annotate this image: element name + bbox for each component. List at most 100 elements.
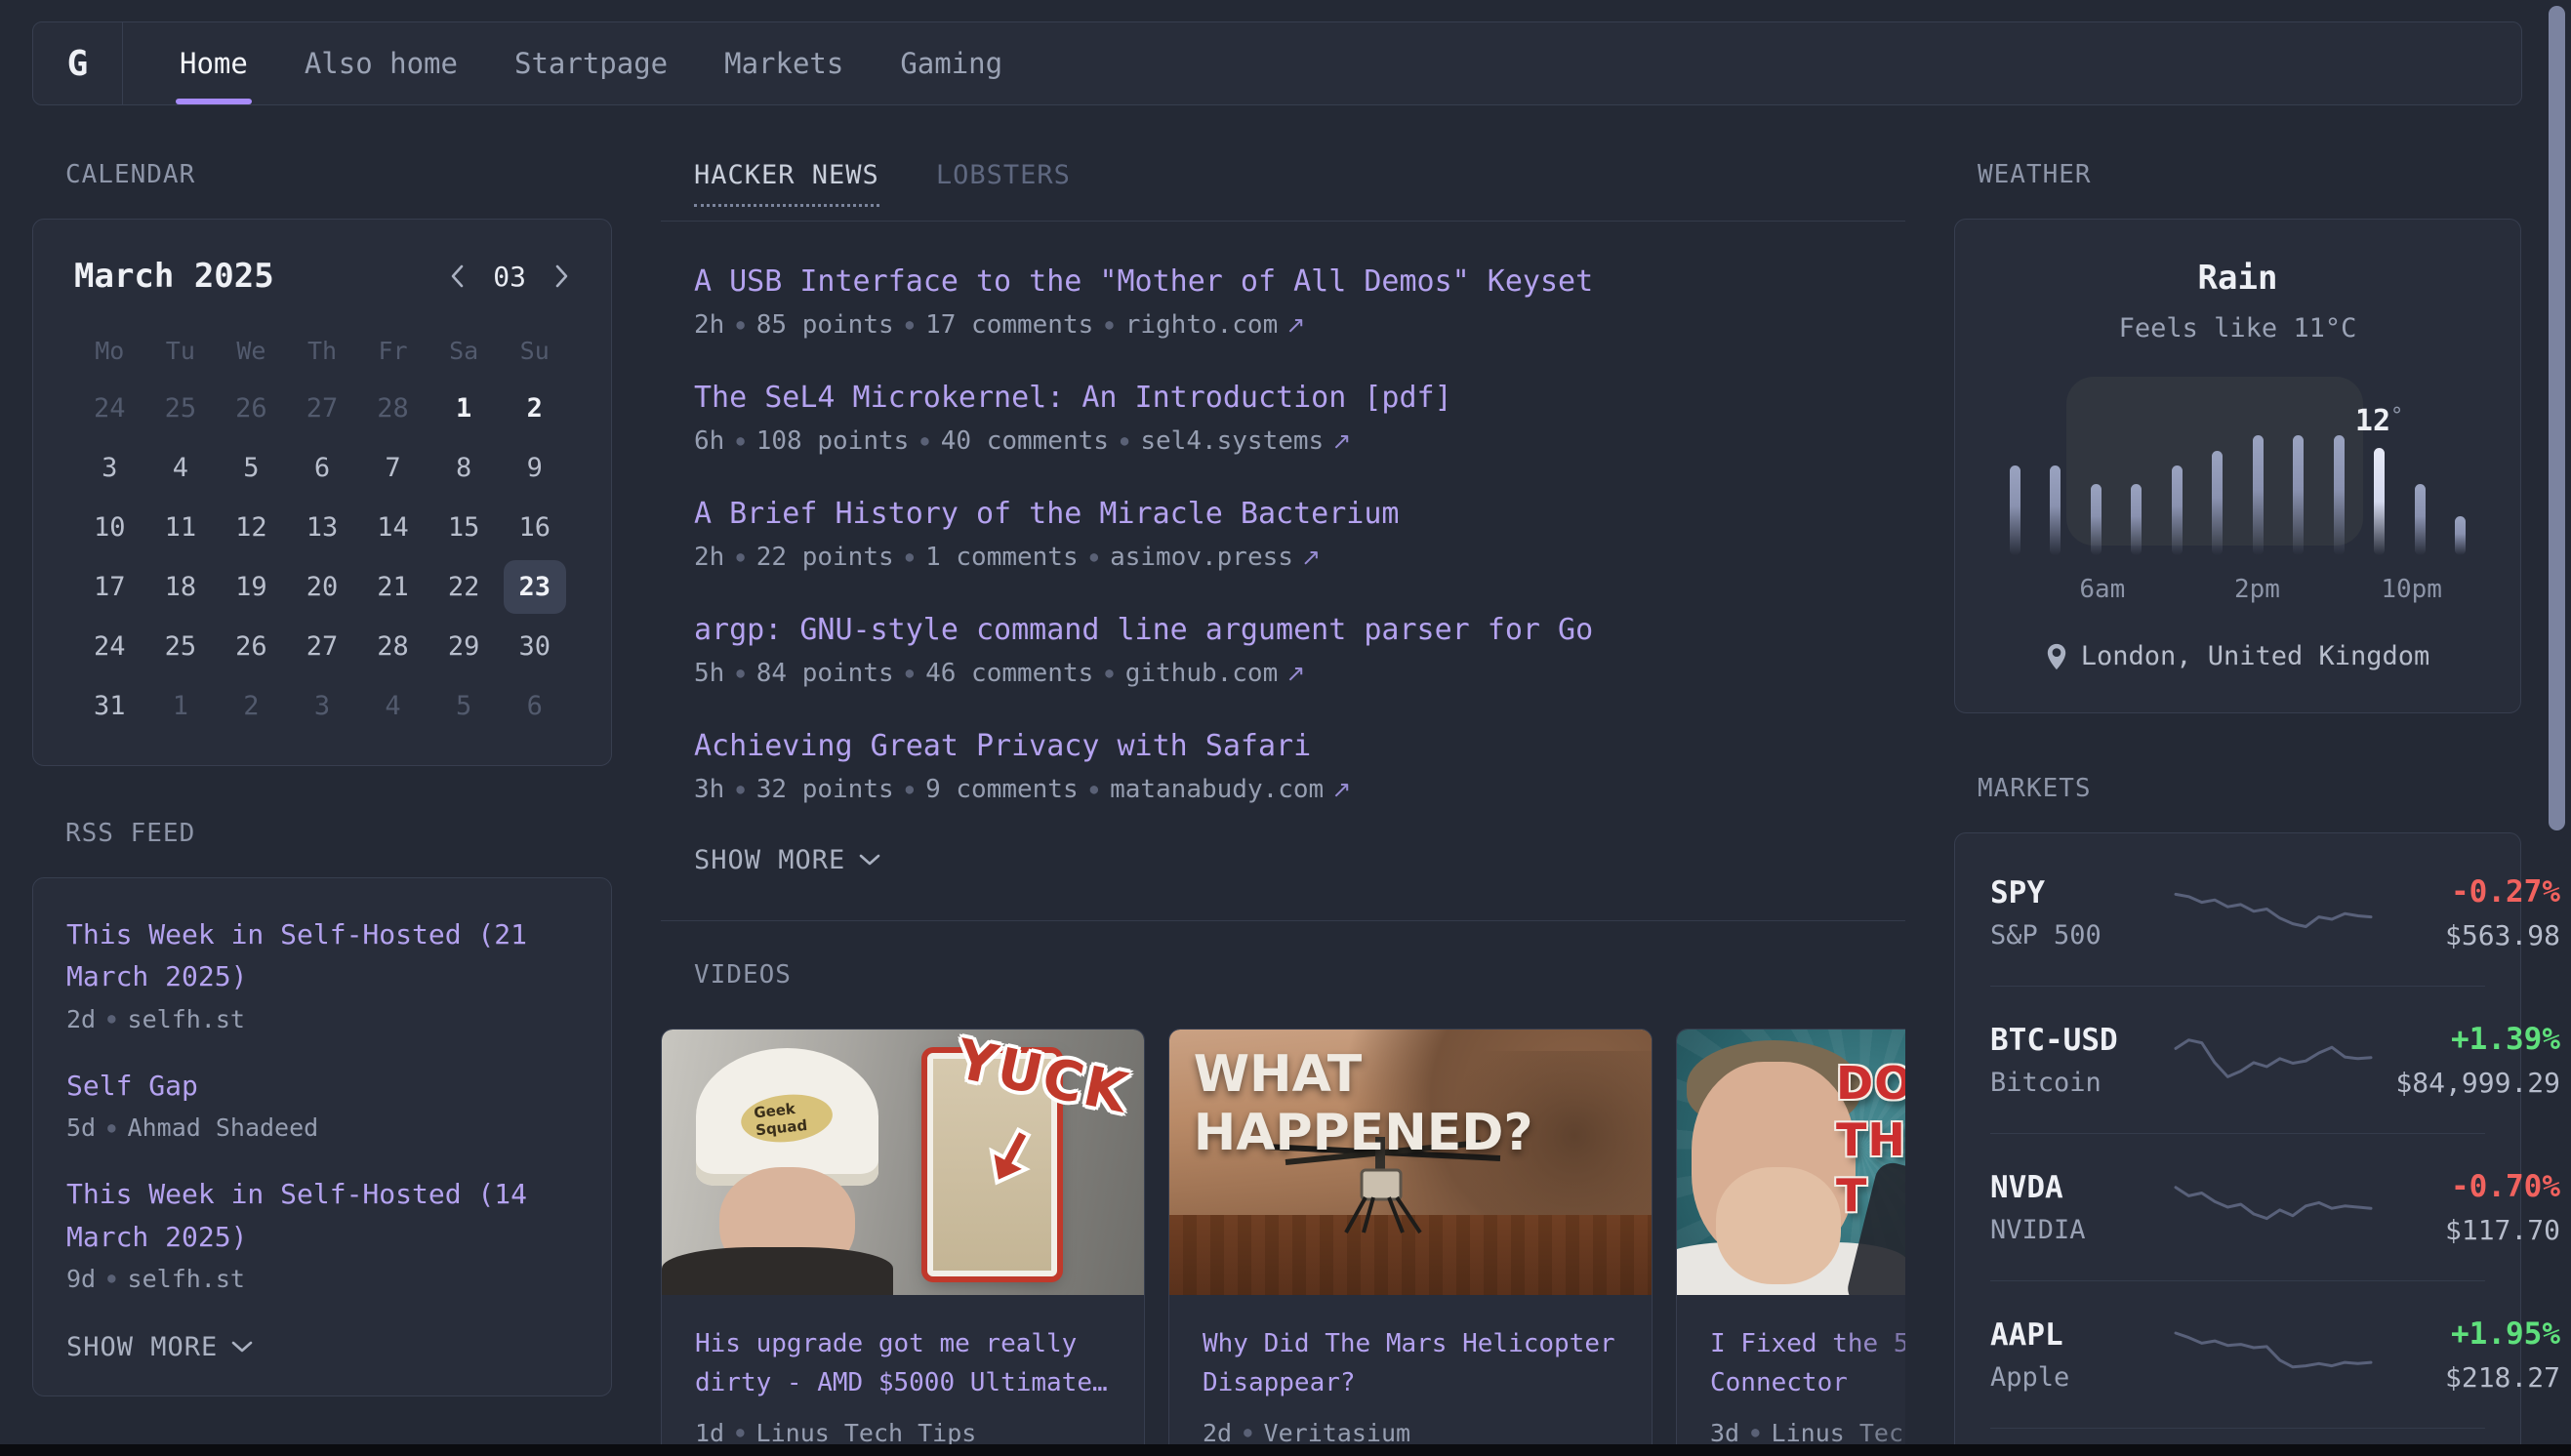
- rss-item-meta: 5d● Ahmad Shadeed: [66, 1113, 578, 1142]
- news-item-comments[interactable]: 9 comments: [925, 775, 1079, 804]
- calendar-day[interactable]: 25: [145, 617, 217, 676]
- news-item-title[interactable]: The SeL4 Microkernel: An Introduction [p…: [694, 381, 1905, 415]
- weather-hourly-chart: 12°: [2006, 433, 2469, 555]
- news-show-more-button[interactable]: SHOW MORE: [694, 845, 880, 875]
- nav-tab-markets[interactable]: Markets: [724, 22, 843, 104]
- rss-item-title[interactable]: Self Gap: [66, 1065, 578, 1107]
- separator-dot: ●: [906, 549, 914, 565]
- calendar-day[interactable]: 5: [216, 438, 287, 498]
- calendar-day[interactable]: 7: [357, 438, 428, 498]
- rss-show-more-button[interactable]: SHOW MORE: [66, 1332, 253, 1362]
- calendar-next-icon[interactable]: [553, 263, 570, 290]
- calendar-day[interactable]: 15: [428, 498, 500, 557]
- external-link-icon: ↗: [1331, 776, 1351, 803]
- market-row-spy[interactable]: SPY S&P 500 -0.27% $563.98: [1990, 839, 2485, 986]
- market-row-aapl[interactable]: AAPL Apple +1.95% $218.27: [1990, 1280, 2485, 1428]
- calendar-day[interactable]: 27: [287, 379, 358, 438]
- news-item-comments[interactable]: 1 comments: [925, 543, 1079, 572]
- calendar-day[interactable]: 1: [428, 379, 500, 438]
- calendar-day[interactable]: 19: [216, 557, 287, 617]
- calendar-day[interactable]: 27: [287, 617, 358, 676]
- calendar-day[interactable]: 16: [499, 498, 570, 557]
- calendar-day[interactable]: 26: [216, 617, 287, 676]
- calendar-day[interactable]: 3: [287, 676, 358, 736]
- calendar-day[interactable]: 30: [499, 617, 570, 676]
- weather-location-label: London, United Kingdom: [2081, 641, 2430, 671]
- calendar-day[interactable]: 28: [357, 379, 428, 438]
- news-item-comments[interactable]: 40 comments: [941, 426, 1109, 456]
- calendar-day[interactable]: 21: [357, 557, 428, 617]
- news-item-title[interactable]: A Brief History of the Miracle Bacterium: [694, 497, 1905, 531]
- calendar-day[interactable]: 14: [357, 498, 428, 557]
- video-card[interactable]: DOTHT I Fixed the 5090 Power Connector 3…: [1676, 1029, 1905, 1456]
- calendar-day[interactable]: 26: [216, 379, 287, 438]
- calendar-day[interactable]: 9: [499, 438, 570, 498]
- nav-tab-also-home[interactable]: Also home: [305, 22, 458, 104]
- news-item-domain[interactable]: github.com↗: [1125, 659, 1306, 688]
- news-item-title[interactable]: A USB Interface to the "Mother of All De…: [694, 264, 1905, 299]
- calendar-day[interactable]: 6: [499, 676, 570, 736]
- calendar-day[interactable]: 23: [499, 557, 570, 617]
- calendar-day[interactable]: 22: [428, 557, 500, 617]
- video-title[interactable]: His upgrade got me really dirty - AMD $5…: [695, 1324, 1111, 1403]
- calendar-day[interactable]: 25: [145, 379, 217, 438]
- calendar-day[interactable]: 28: [357, 617, 428, 676]
- calendar-day[interactable]: 5: [428, 676, 500, 736]
- calendar-day[interactable]: 29: [428, 617, 500, 676]
- app-logo[interactable]: G: [33, 22, 123, 104]
- weather-feels-like: Feels like 11°C: [1992, 313, 2483, 344]
- video-card-body: I Fixed the 5090 Power Connector 3d● Lin…: [1677, 1295, 1905, 1456]
- video-title[interactable]: I Fixed the 5090 Power Connector: [1710, 1324, 1905, 1403]
- rss-show-more-label: SHOW MORE: [66, 1332, 218, 1362]
- calendar-day[interactable]: 1: [145, 676, 217, 736]
- market-row-nvda[interactable]: NVDA NVIDIA -0.70% $117.70: [1990, 1133, 2485, 1280]
- calendar-day[interactable]: 24: [74, 379, 145, 438]
- nav-tab-gaming[interactable]: Gaming: [900, 22, 1002, 104]
- calendar-day[interactable]: 13: [287, 498, 358, 557]
- rss-item-title[interactable]: This Week in Self-Hosted (14 March 2025): [66, 1173, 578, 1258]
- calendar-day[interactable]: 8: [428, 438, 500, 498]
- video-list: Geek Squad YUCK His upgrade got me reall…: [661, 1029, 1905, 1456]
- video-thumbnail[interactable]: Geek Squad YUCK: [662, 1030, 1144, 1295]
- news-item-comments[interactable]: 46 comments: [925, 659, 1093, 688]
- calendar-day[interactable]: 12: [216, 498, 287, 557]
- news-item-comments[interactable]: 17 comments: [925, 310, 1093, 340]
- calendar-day[interactable]: 10: [74, 498, 145, 557]
- news-item-domain[interactable]: matanabudy.com↗: [1110, 775, 1351, 804]
- scrollbar-thumb[interactable]: [2549, 6, 2565, 830]
- calendar-day[interactable]: 4: [357, 676, 428, 736]
- calendar-day[interactable]: 31: [74, 676, 145, 736]
- calendar-day[interactable]: 20: [287, 557, 358, 617]
- news-item-domain[interactable]: asimov.press↗: [1110, 543, 1321, 572]
- thumbnail-overlay-text: DOTHT: [1836, 1056, 1905, 1225]
- news-item-domain[interactable]: sel4.systems↗: [1140, 426, 1351, 456]
- video-card[interactable]: Geek Squad YUCK His upgrade got me reall…: [661, 1029, 1145, 1456]
- nav-tab-home[interactable]: Home: [180, 22, 248, 104]
- news-tab-hacker-news[interactable]: HACKER NEWS: [694, 160, 879, 207]
- calendar-day[interactable]: 18: [145, 557, 217, 617]
- calendar-prev-icon[interactable]: [449, 263, 466, 290]
- nav-tab-startpage[interactable]: Startpage: [514, 22, 668, 104]
- video-thumbnail[interactable]: DOTHT: [1677, 1030, 1905, 1295]
- calendar-day[interactable]: 2: [216, 676, 287, 736]
- news-tab-lobsters[interactable]: LOBSTERS: [936, 160, 1071, 207]
- calendar-day[interactable]: 4: [145, 438, 217, 498]
- calendar-day[interactable]: 11: [145, 498, 217, 557]
- market-name: NVIDIA: [1990, 1215, 2172, 1245]
- rss-item-title[interactable]: This Week in Self-Hosted (21 March 2025): [66, 913, 578, 998]
- calendar-day[interactable]: 6: [287, 438, 358, 498]
- separator-dot: ●: [107, 1120, 115, 1136]
- calendar-day[interactable]: 3: [74, 438, 145, 498]
- news-list: A USB Interface to the "Mother of All De…: [694, 264, 1905, 804]
- news-item-domain[interactable]: righto.com↗: [1125, 310, 1306, 340]
- markets-widget: SPY S&P 500 -0.27% $563.98 BTC-USD Bitco…: [1954, 832, 2521, 1456]
- market-row-btc-usd[interactable]: BTC-USD Bitcoin +1.39% $84,999.29: [1990, 986, 2485, 1133]
- calendar-day[interactable]: 17: [74, 557, 145, 617]
- calendar-day[interactable]: 2: [499, 379, 570, 438]
- video-thumbnail[interactable]: WHAT HAPPENED?: [1169, 1030, 1652, 1295]
- video-card[interactable]: WHAT HAPPENED? Why Did The Mars Helicopt…: [1168, 1029, 1653, 1456]
- news-item-title[interactable]: argp: GNU-style command line argument pa…: [694, 613, 1905, 647]
- video-title[interactable]: Why Did The Mars Helicopter Disappear?: [1203, 1324, 1618, 1403]
- news-item-title[interactable]: Achieving Great Privacy with Safari: [694, 729, 1905, 763]
- calendar-day[interactable]: 24: [74, 617, 145, 676]
